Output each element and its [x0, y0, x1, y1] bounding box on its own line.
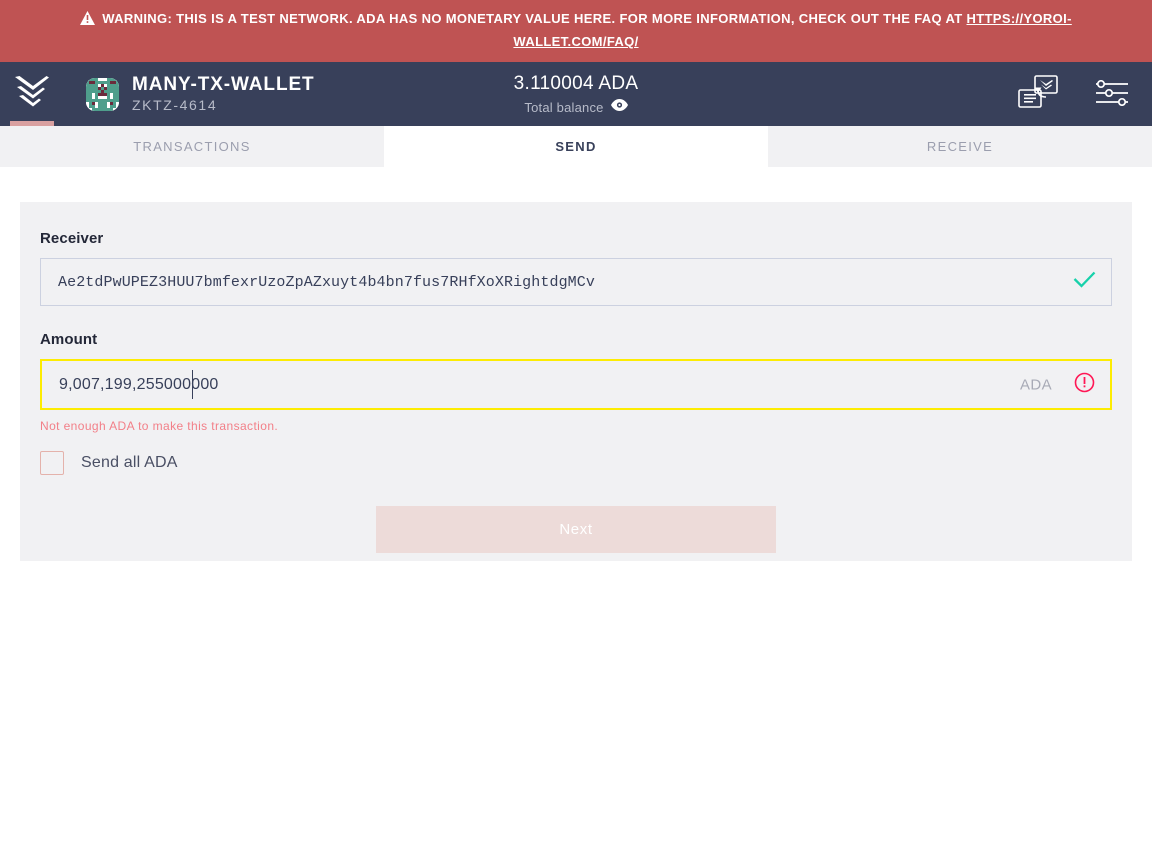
wallet-tabs: TRANSACTIONS SEND RECEIVE	[0, 126, 1152, 167]
send-form-card: Receiver Amount ADA	[20, 202, 1132, 561]
amount-field-row: ADA	[40, 359, 1112, 410]
receiver-input[interactable]	[40, 258, 1112, 306]
wallet-id: ZKTZ-4614	[132, 96, 218, 113]
switch-wallet-icon	[1016, 73, 1060, 116]
settings-button[interactable]	[1094, 79, 1130, 109]
amount-error-message: Not enough ADA to make this transaction.	[40, 419, 279, 433]
settings-sliders-icon	[1094, 79, 1130, 109]
switch-wallet-button[interactable]	[1016, 73, 1060, 116]
amount-input[interactable]	[40, 359, 1112, 410]
receiver-label: Receiver	[40, 230, 104, 247]
next-button[interactable]: Next	[376, 506, 776, 553]
send-page: Receiver Amount ADA	[0, 202, 1152, 845]
wallet-identicon-avatar	[86, 77, 119, 111]
send-all-checkbox-row[interactable]: Send all ADA	[40, 451, 1112, 475]
warning-triangle-icon	[80, 10, 96, 31]
tab-send[interactable]: SEND	[384, 126, 768, 167]
amount-unit-label: ADA	[1019, 376, 1052, 393]
amount-field-block: Amount ADA Not enough ADA to make this t…	[40, 331, 1112, 433]
wallet-name: MANY-TX-WALLET	[132, 73, 315, 95]
tab-transactions[interactable]: TRANSACTIONS	[0, 126, 384, 167]
amount-label: Amount	[40, 331, 98, 348]
check-icon	[1073, 271, 1096, 294]
send-all-label: Send all ADA	[81, 454, 178, 471]
test-network-warning-banner: WARNING: THIS IS A TEST NETWORK. ADA HAS…	[0, 0, 1152, 62]
wallet-summary[interactable]: MANY-TX-WALLET ZKTZ-4614	[86, 74, 315, 115]
total-balance-label: Total balance	[524, 99, 604, 115]
yoroi-logo-icon	[15, 75, 49, 113]
text-caret	[192, 370, 193, 399]
send-all-checkbox[interactable]	[40, 451, 64, 475]
active-section-indicator	[10, 121, 54, 126]
top-navbar: MANY-TX-WALLET ZKTZ-4614 3.110004 ADA To…	[0, 62, 1152, 126]
tab-receive[interactable]: RECEIVE	[768, 126, 1152, 167]
warning-text: WARNING: THIS IS A TEST NETWORK. ADA HAS…	[102, 11, 967, 26]
eye-icon[interactable]	[610, 98, 628, 116]
error-exclamation-icon	[1074, 372, 1095, 398]
receiver-field-row	[40, 258, 1112, 306]
yoroi-logo-button[interactable]	[0, 62, 64, 126]
